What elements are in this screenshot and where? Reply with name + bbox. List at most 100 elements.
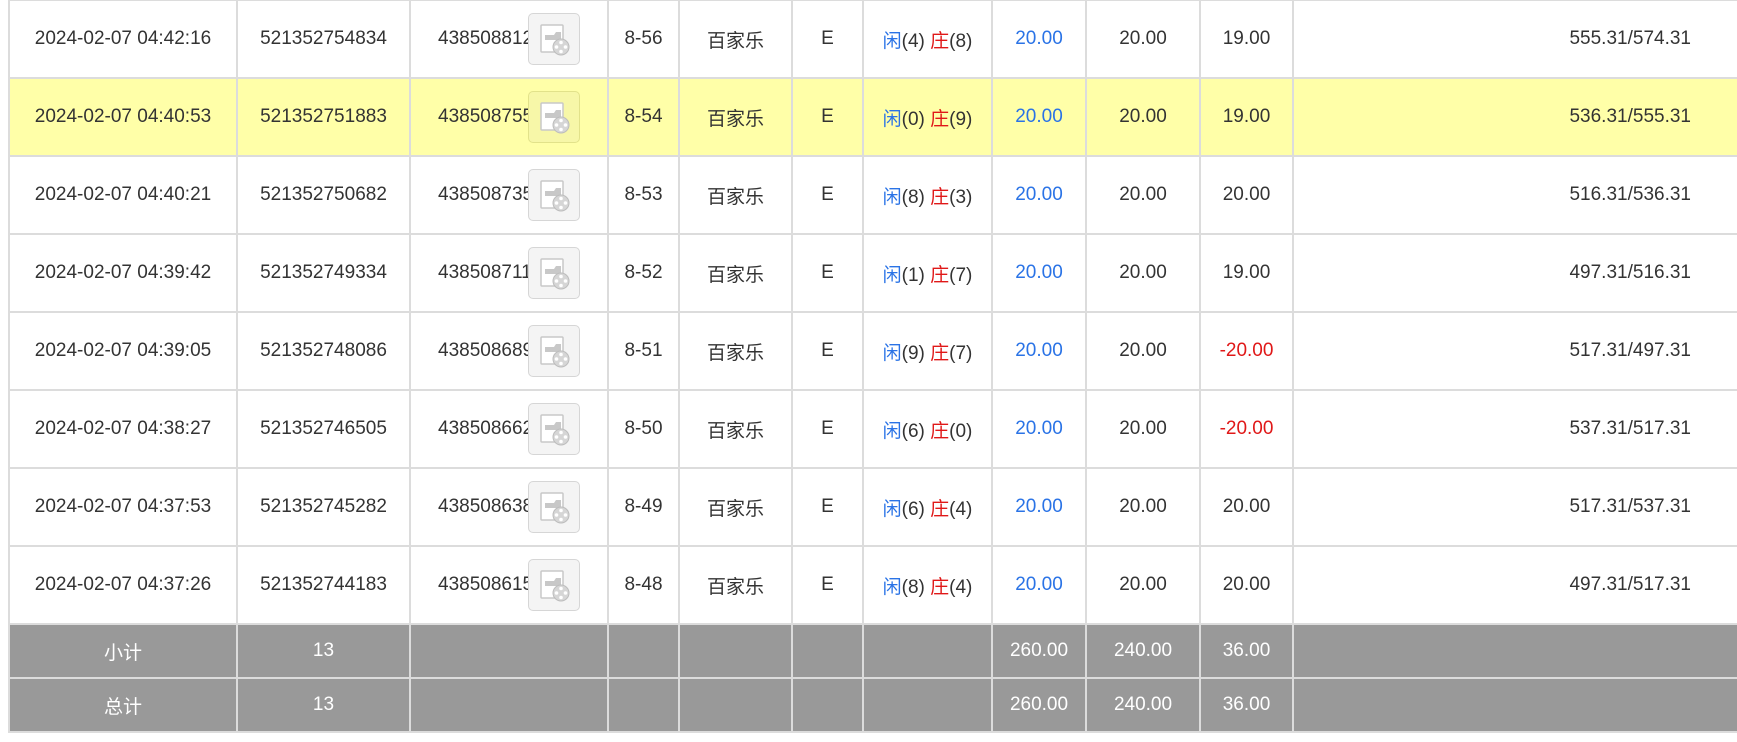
player-points: (6) (901, 498, 925, 520)
bet-time: 2024-02-07 04:38:27 (8, 389, 238, 469)
table-footer: 小计 13 260.00 240.00 36.00 总计 13 260.00 2… (8, 623, 1737, 733)
banker-points: (9) (949, 108, 973, 130)
banker-label: 庄 (930, 342, 950, 364)
bet-amount[interactable]: 20.00 (991, 389, 1087, 469)
video-replay-icon[interactable] (528, 247, 580, 299)
bet-amount[interactable]: 20.00 (991, 545, 1087, 625)
game-name: 百家乐 (678, 0, 793, 79)
valid-bet: 20.00 (1085, 77, 1201, 157)
game-id: 438508662 (438, 417, 534, 439)
game-id: 438508735 (438, 183, 534, 205)
result-cell: 闲(6) 庄(0) (862, 389, 993, 469)
bet-time: 2024-02-07 04:40:21 (8, 155, 238, 235)
video-replay-icon[interactable] (528, 325, 580, 377)
table-code: E (791, 233, 864, 313)
balance-change: 517.31/497.31 (1292, 311, 1737, 391)
table-row: 2024-02-07 04:42:16 521352754834 438508812… (8, 0, 1737, 79)
table-row: 2024-02-07 04:37:26 521352744183 438508615… (8, 545, 1737, 625)
banker-label: 庄 (930, 420, 950, 442)
bet-time: 2024-02-07 04:39:42 (8, 233, 238, 313)
player-points: (8) (901, 186, 925, 208)
video-replay-icon[interactable] (528, 481, 580, 533)
banker-points: (7) (949, 264, 973, 286)
bet-amount[interactable]: 20.00 (991, 0, 1087, 79)
game-id-cell: 438508735 (409, 155, 609, 235)
subtotal-bet: 260.00 (991, 623, 1087, 679)
subtotal-row: 小计 13 260.00 240.00 36.00 (8, 623, 1737, 679)
bet-amount[interactable]: 20.00 (991, 233, 1087, 313)
player-label: 闲 (882, 264, 902, 286)
round-number: 8-53 (607, 155, 680, 235)
round-number: 8-52 (607, 233, 680, 313)
video-replay-icon[interactable] (528, 91, 580, 143)
video-replay-icon[interactable] (528, 169, 580, 221)
bet-time: 2024-02-07 04:40:53 (8, 77, 238, 157)
result-cell: 闲(8) 庄(3) (862, 155, 993, 235)
player-points: (0) (901, 108, 925, 130)
table-code: E (791, 389, 864, 469)
table-code: E (791, 155, 864, 235)
player-points: (4) (901, 30, 925, 52)
banker-points: (0) (949, 420, 973, 442)
subtotal-count: 13 (236, 623, 411, 679)
bet-amount[interactable]: 20.00 (991, 311, 1087, 391)
win-loss: -20.00 (1199, 389, 1294, 469)
banker-label: 庄 (930, 264, 950, 286)
balance-change: 517.31/537.31 (1292, 467, 1737, 547)
bet-time: 2024-02-07 04:37:53 (8, 467, 238, 547)
video-replay-icon[interactable] (528, 13, 580, 65)
valid-bet: 20.00 (1085, 233, 1201, 313)
game-name: 百家乐 (678, 311, 793, 391)
game-id-cell: 438508755 (409, 77, 609, 157)
game-id: 438508812 (438, 27, 534, 49)
banker-points: (3) (949, 186, 973, 208)
video-replay-icon[interactable] (528, 403, 580, 455)
game-id-cell: 438508615 (409, 545, 609, 625)
bet-records-table: 2024-02-07 04:42:16 521352754834 438508812… (8, 0, 1737, 733)
total-win: 36.00 (1199, 677, 1294, 733)
game-name: 百家乐 (678, 77, 793, 157)
game-name: 百家乐 (678, 155, 793, 235)
result-cell: 闲(6) 庄(4) (862, 467, 993, 547)
bet-time: 2024-02-07 04:42:16 (8, 0, 238, 79)
subtotal-valid: 240.00 (1085, 623, 1201, 679)
win-loss: 19.00 (1199, 0, 1294, 79)
game-id: 438508711 (438, 261, 532, 283)
result-cell: 闲(4) 庄(8) (862, 0, 993, 79)
banker-points: (4) (949, 576, 973, 598)
game-id-cell: 438508638 (409, 467, 609, 547)
bet-time: 2024-02-07 04:37:26 (8, 545, 238, 625)
total-count: 13 (236, 677, 411, 733)
table-row: 2024-02-07 04:40:53 521352751883 438508755… (8, 77, 1737, 157)
bet-id: 521352749334 (236, 233, 411, 313)
round-number: 8-50 (607, 389, 680, 469)
table-code: E (791, 77, 864, 157)
bet-amount[interactable]: 20.00 (991, 467, 1087, 547)
banker-label: 庄 (930, 498, 950, 520)
total-label: 总计 (8, 677, 238, 733)
video-replay-icon[interactable] (528, 559, 580, 611)
round-number: 8-48 (607, 545, 680, 625)
win-loss: 19.00 (1199, 77, 1294, 157)
bet-id: 521352754834 (236, 0, 411, 79)
game-id-cell: 438508662 (409, 389, 609, 469)
balance-change: 497.31/517.31 (1292, 545, 1737, 625)
win-loss: -20.00 (1199, 311, 1294, 391)
player-label: 闲 (882, 420, 902, 442)
player-label: 闲 (882, 576, 902, 598)
game-id: 438508638 (438, 495, 534, 517)
player-label: 闲 (882, 30, 902, 52)
round-number: 8-56 (607, 0, 680, 79)
banker-points: (8) (949, 30, 973, 52)
bet-amount[interactable]: 20.00 (991, 155, 1087, 235)
game-name: 百家乐 (678, 545, 793, 625)
bet-amount[interactable]: 20.00 (991, 77, 1087, 157)
win-loss: 20.00 (1199, 467, 1294, 547)
bet-id: 521352746505 (236, 389, 411, 469)
banker-points: (7) (949, 342, 973, 364)
banker-label: 庄 (930, 30, 950, 52)
bet-time: 2024-02-07 04:39:05 (8, 311, 238, 391)
bet-id: 521352744183 (236, 545, 411, 625)
table-body: 2024-02-07 04:42:16 521352754834 438508812… (8, 0, 1737, 625)
game-name: 百家乐 (678, 389, 793, 469)
